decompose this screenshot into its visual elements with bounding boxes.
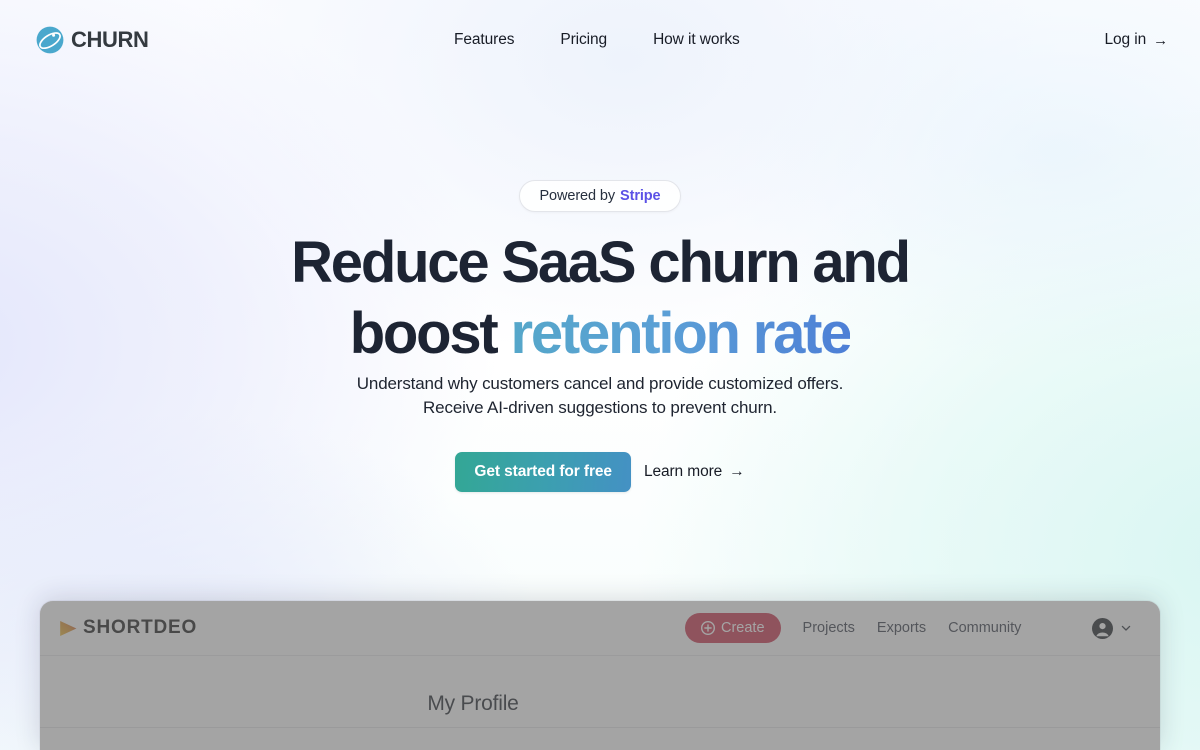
app-brand-name: SHORTDEO — [83, 617, 198, 638]
app-nav-item-exports[interactable]: Exports — [877, 620, 926, 636]
powered-by-stripe-badge[interactable]: Powered by Stripe — [519, 180, 681, 212]
headline-line-1: Reduce SaaS churn and — [291, 230, 911, 295]
app-brand-logo[interactable]: SHORTDEO — [58, 617, 197, 639]
hero-cta-row: Get started for free Learn more → — [0, 452, 1200, 492]
account-menu[interactable] — [1092, 617, 1132, 639]
hero-headline: Reduce SaaS churn and boost retention ra… — [0, 234, 1200, 363]
user-avatar-icon — [1092, 617, 1113, 639]
play-triangle-icon — [60, 620, 77, 636]
headline-line-2-prefix: boost — [349, 301, 511, 366]
app-content-divider — [40, 727, 1160, 728]
brand-name: CHURN — [71, 27, 149, 52]
create-button[interactable]: Create — [685, 613, 781, 643]
learn-more-link[interactable]: Learn more → — [644, 463, 745, 481]
hero-subhead: Understand why customers cancel and prov… — [0, 372, 1200, 420]
nav-item-how-it-works[interactable]: How it works — [653, 31, 740, 49]
headline-accent-text: retention rate — [510, 301, 852, 366]
arrow-right-icon: → — [729, 463, 745, 480]
headline-line-2: boost retention rate — [0, 305, 1200, 363]
plus-circle-icon — [701, 621, 715, 635]
landing-page: CHURN Features Pricing How it works Log … — [0, 0, 1200, 750]
site-header: CHURN Features Pricing How it works Log … — [0, 0, 1200, 80]
app-preview-header: SHORTDEO Create Projects Exports Communi… — [40, 601, 1160, 656]
chevron-down-icon — [1121, 625, 1131, 631]
create-button-label: Create — [721, 620, 765, 636]
arrow-right-icon: → — [1153, 31, 1168, 49]
app-preview-card: SHORTDEO Create Projects Exports Communi… — [40, 601, 1160, 750]
churn-orbit-logo-icon — [36, 26, 64, 54]
subhead-line-2: Receive AI-driven suggestions to prevent… — [423, 398, 777, 417]
brand-logo[interactable]: CHURN — [36, 26, 149, 54]
main-nav: Features Pricing How it works — [454, 31, 740, 49]
login-link[interactable]: Log in → — [1104, 31, 1168, 49]
badge-prefix: Powered by — [539, 188, 616, 204]
app-preview-body: My Profile — [40, 656, 1160, 750]
login-label: Log in — [1104, 31, 1147, 48]
learn-more-label: Learn more — [643, 463, 723, 480]
get-started-button[interactable]: Get started for free — [455, 452, 631, 492]
app-nav-item-projects[interactable]: Projects — [803, 620, 855, 636]
badge-row: Powered by Stripe — [0, 180, 1200, 212]
app-page-title: My Profile — [427, 692, 519, 715]
nav-item-features[interactable]: Features — [454, 31, 514, 49]
badge-stripe-label: Stripe — [620, 188, 661, 204]
nav-item-pricing[interactable]: Pricing — [560, 31, 607, 49]
app-nav-item-community[interactable]: Community — [948, 620, 1021, 636]
subhead-line-1: Understand why customers cancel and prov… — [356, 374, 844, 393]
app-preview-nav: Create Projects Exports Community — [685, 613, 1021, 643]
